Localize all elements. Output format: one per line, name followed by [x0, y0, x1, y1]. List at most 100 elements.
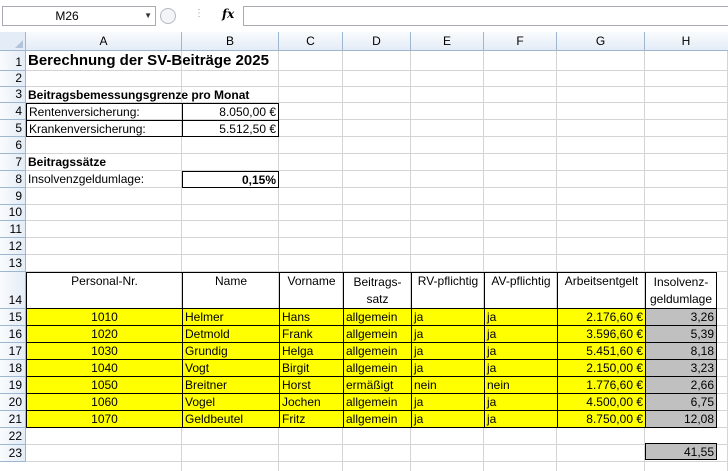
table-cell-rv[interactable]: ja	[411, 326, 484, 343]
row-header-12[interactable]: 12	[0, 238, 26, 255]
table-cell-vorname[interactable]: Hans	[279, 309, 343, 326]
column-header-b[interactable]: B	[182, 32, 279, 51]
table-cell-umlage[interactable]: 2,66	[645, 377, 717, 394]
table-cell-av[interactable]: nein	[484, 377, 557, 394]
header-rv[interactable]: RV-pflichtig	[411, 272, 484, 309]
formula-input[interactable]	[243, 6, 728, 26]
row-header-13[interactable]: 13	[0, 255, 26, 272]
kv-label[interactable]: Krankenversicherung:	[26, 120, 182, 137]
name-box[interactable]: M26 ▼	[2, 6, 156, 26]
row-header-17[interactable]: 17	[0, 343, 26, 360]
table-cell-nr[interactable]: 1060	[26, 394, 182, 411]
table-cell-av[interactable]: ja	[484, 394, 557, 411]
table-cell-name[interactable]: Grundig	[182, 343, 279, 360]
table-cell-nr[interactable]: 1070	[26, 411, 182, 428]
table-cell-umlage[interactable]: 3,26	[645, 309, 717, 326]
table-cell-nr[interactable]: 1040	[26, 360, 182, 377]
header-beitragssatz[interactable]: Beitrags- satz	[343, 272, 411, 309]
table-cell-name[interactable]: Geldbeutel	[182, 411, 279, 428]
row-header-15[interactable]: 15	[0, 309, 26, 326]
table-cell-rv[interactable]: ja	[411, 411, 484, 428]
table-cell-av[interactable]: ja	[484, 343, 557, 360]
table-cell-entgelt[interactable]: 5.451,60 €	[557, 343, 645, 360]
total-umlage[interactable]: 41,55	[645, 443, 717, 460]
table-cell-av[interactable]: ja	[484, 360, 557, 377]
row-header-6[interactable]: 6	[0, 137, 26, 154]
expand-handle-icon[interactable]	[160, 8, 176, 24]
header-name[interactable]: Name	[182, 272, 279, 309]
rates-heading[interactable]: Beitragssätze	[26, 154, 176, 171]
insolvency-value[interactable]: 0,15%	[182, 171, 279, 188]
row-header-2[interactable]: 2	[0, 71, 26, 87]
insert-function-icon[interactable]: fx	[222, 7, 234, 21]
table-cell-umlage[interactable]: 8,18	[645, 343, 717, 360]
table-cell-entgelt[interactable]: 2.150,00 €	[557, 360, 645, 377]
chevron-down-icon[interactable]: ▼	[144, 11, 152, 20]
table-cell-nr[interactable]: 1050	[26, 377, 182, 394]
column-header-h[interactable]: H	[645, 32, 728, 51]
header-entgelt[interactable]: Arbeitsentgelt	[557, 272, 645, 309]
table-cell-satz[interactable]: allgemein	[343, 360, 411, 377]
row-header-19[interactable]: 19	[0, 377, 26, 394]
table-cell-entgelt[interactable]: 3.596,60 €	[557, 326, 645, 343]
table-cell-vorname[interactable]: Fritz	[279, 411, 343, 428]
header-vorname[interactable]: Vorname	[279, 272, 343, 309]
table-cell-entgelt[interactable]: 1.776,60 €	[557, 377, 645, 394]
row-header-14[interactable]: 14	[0, 272, 26, 309]
column-header-a[interactable]: A	[26, 32, 182, 51]
row-header-1[interactable]: 1	[0, 51, 26, 71]
rv-label[interactable]: Rentenversicherung:	[26, 103, 182, 120]
table-cell-vorname[interactable]: Birgit	[279, 360, 343, 377]
column-header-c[interactable]: C	[279, 32, 343, 51]
table-cell-nr[interactable]: 1020	[26, 326, 182, 343]
table-cell-entgelt[interactable]: 4.500,00 €	[557, 394, 645, 411]
row-header-3[interactable]: 3	[0, 87, 26, 103]
header-av[interactable]: AV-pflichtig	[484, 272, 557, 309]
table-cell-satz[interactable]: allgemein	[343, 309, 411, 326]
table-cell-vorname[interactable]: Frank	[279, 326, 343, 343]
table-cell-satz[interactable]: ermäßigt	[343, 377, 411, 394]
table-cell-satz[interactable]: allgemein	[343, 411, 411, 428]
table-cell-name[interactable]: Helmer	[182, 309, 279, 326]
insolvency-label[interactable]: Insolvenzgeldumlage:	[26, 171, 176, 188]
row-header-9[interactable]: 9	[0, 188, 26, 205]
column-header-f[interactable]: F	[484, 32, 557, 51]
row-header-23[interactable]: 23	[0, 445, 26, 462]
table-cell-umlage[interactable]: 3,23	[645, 360, 717, 377]
table-cell-satz[interactable]: allgemein	[343, 343, 411, 360]
table-cell-nr[interactable]: 1030	[26, 343, 182, 360]
header-personal-nr[interactable]: Personal-Nr.	[26, 272, 182, 309]
table-cell-entgelt[interactable]: 8.750,00 €	[557, 411, 645, 428]
column-header-e[interactable]: E	[411, 32, 484, 51]
row-header-8[interactable]: 8	[0, 171, 26, 188]
row-header-16[interactable]: 16	[0, 326, 26, 343]
table-cell-vorname[interactable]: Horst	[279, 377, 343, 394]
select-all-button[interactable]	[0, 32, 26, 51]
row-header-4[interactable]: 4	[0, 103, 26, 120]
kv-value[interactable]: 5.512,50 €	[182, 120, 279, 137]
column-header-g[interactable]: G	[557, 32, 645, 51]
row-header-22[interactable]: 22	[0, 428, 26, 445]
table-cell-vorname[interactable]: Jochen	[279, 394, 343, 411]
table-cell-umlage[interactable]: 5,39	[645, 326, 717, 343]
sheet-title[interactable]: Berechnung der SV-Beiträge 2025	[26, 51, 426, 71]
table-cell-rv[interactable]: nein	[411, 377, 484, 394]
table-cell-name[interactable]: Vogel	[182, 394, 279, 411]
row-header-5[interactable]: 5	[0, 120, 26, 137]
table-cell-rv[interactable]: ja	[411, 394, 484, 411]
table-cell-umlage[interactable]: 6,75	[645, 394, 717, 411]
table-cell-av[interactable]: ja	[484, 411, 557, 428]
row-header-10[interactable]: 10	[0, 205, 26, 221]
header-umlage[interactable]: Insolvenz- geldumlage	[645, 272, 717, 309]
table-cell-av[interactable]: ja	[484, 326, 557, 343]
row-header-7[interactable]: 7	[0, 154, 26, 171]
row-header-20[interactable]: 20	[0, 394, 26, 411]
table-cell-nr[interactable]: 1010	[26, 309, 182, 326]
table-cell-name[interactable]: Detmold	[182, 326, 279, 343]
table-cell-entgelt[interactable]: 2.176,60 €	[557, 309, 645, 326]
table-cell-vorname[interactable]: Helga	[279, 343, 343, 360]
row-header-18[interactable]: 18	[0, 360, 26, 377]
row-header-11[interactable]: 11	[0, 221, 26, 238]
column-header-d[interactable]: D	[343, 32, 411, 51]
table-cell-name[interactable]: Breitner	[182, 377, 279, 394]
